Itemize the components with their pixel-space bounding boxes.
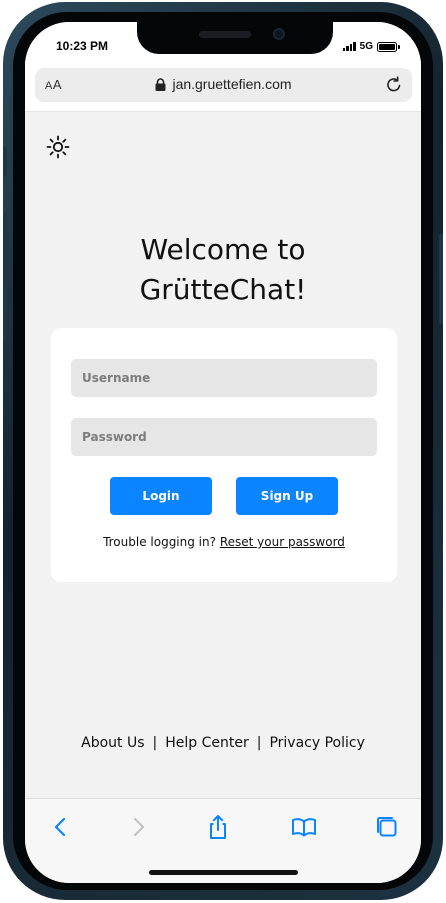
tabs-icon[interactable] bbox=[373, 813, 401, 841]
login-button[interactable]: Login bbox=[110, 477, 212, 515]
power-button bbox=[439, 234, 443, 324]
footer-links: About Us | Help Center | Privacy Policy bbox=[25, 735, 421, 751]
camera-icon bbox=[273, 28, 285, 40]
footer-separator: | bbox=[152, 735, 158, 751]
reload-icon[interactable] bbox=[384, 75, 404, 95]
notch bbox=[137, 22, 333, 54]
reset-password-link[interactable]: Reset your password bbox=[220, 535, 345, 549]
about-us-link[interactable]: About Us bbox=[81, 735, 144, 751]
login-card: Login Sign Up Trouble logging in? Reset … bbox=[51, 328, 397, 582]
bookmarks-icon[interactable] bbox=[290, 813, 318, 841]
address-bar[interactable]: AA jan.gruettefien.com bbox=[35, 68, 412, 102]
status-indicators: 5G bbox=[342, 41, 400, 52]
signal-bars-icon bbox=[342, 42, 356, 51]
browser-address-area: AA jan.gruettefien.com bbox=[25, 60, 421, 112]
status-time: 10:23 PM bbox=[56, 39, 109, 53]
forward-icon[interactable] bbox=[124, 813, 152, 841]
silent-switch bbox=[3, 147, 7, 177]
home-indicator[interactable] bbox=[149, 870, 298, 875]
network-label: 5G bbox=[359, 41, 373, 52]
privacy-policy-link[interactable]: Privacy Policy bbox=[269, 735, 364, 751]
url-display[interactable]: jan.gruettefien.com bbox=[35, 76, 412, 92]
speaker-grille bbox=[199, 31, 251, 38]
lock-icon bbox=[155, 77, 166, 91]
sun-icon[interactable] bbox=[45, 134, 71, 160]
help-center-link[interactable]: Help Center bbox=[165, 735, 249, 751]
page-title: Welcome to GrütteChat! bbox=[25, 230, 421, 310]
trouble-login-line: Trouble logging in? Reset your password bbox=[51, 535, 397, 549]
title-line-2: GrütteChat! bbox=[139, 273, 307, 306]
share-icon[interactable] bbox=[204, 813, 232, 841]
phone-screen: 10:23 PM 5G AA jan.gruettefien.com Welco… bbox=[25, 22, 421, 883]
footer-separator: | bbox=[256, 735, 262, 751]
back-icon[interactable] bbox=[47, 813, 75, 841]
title-line-1: Welcome to bbox=[140, 233, 306, 266]
volume-down-button bbox=[3, 284, 7, 342]
password-input[interactable] bbox=[71, 418, 377, 456]
trouble-text: Trouble logging in? bbox=[103, 535, 216, 549]
username-input[interactable] bbox=[71, 359, 377, 397]
url-text: jan.gruettefien.com bbox=[172, 76, 292, 92]
signup-button[interactable]: Sign Up bbox=[236, 477, 338, 515]
battery-full-icon bbox=[377, 41, 400, 52]
volume-up-button bbox=[3, 212, 7, 270]
browser-toolbar bbox=[25, 798, 421, 883]
